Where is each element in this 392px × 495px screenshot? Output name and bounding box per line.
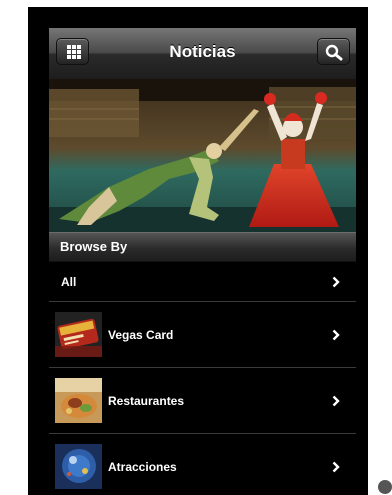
restaurant-food-thumbnail — [55, 378, 102, 423]
search-icon — [325, 44, 343, 61]
page-corner-dot — [378, 480, 392, 494]
chevron-right-icon — [332, 276, 340, 287]
phone-screen: Noticias Browse By All Vegas Card Restau… — [28, 7, 368, 495]
attraction-thumbnail — [55, 444, 102, 489]
vegas-card-thumbnail — [55, 312, 102, 357]
chevron-right-icon — [332, 461, 340, 472]
section-header-label: Browse By — [60, 239, 128, 254]
section-header-browse-by: Browse By — [49, 232, 356, 262]
list-item-label: Vegas Card — [108, 327, 174, 342]
list-item-vegas-card[interactable]: Vegas Card — [49, 302, 356, 368]
chevron-right-icon — [332, 329, 340, 340]
hero-banner-image[interactable] — [49, 79, 356, 232]
list-item-all[interactable]: All — [49, 262, 356, 302]
circus-performers-photo — [49, 79, 356, 232]
page-title: Noticias — [169, 42, 236, 61]
list-item-restaurantes[interactable]: Restaurantes — [49, 368, 356, 434]
list-item-label: All — [61, 274, 77, 289]
list-item-label: Atracciones — [108, 459, 177, 474]
chevron-right-icon — [332, 395, 340, 406]
list-item-atracciones[interactable]: Atracciones — [49, 434, 356, 495]
browse-list: All Vegas Card Restaurantes Atracciones — [49, 262, 356, 495]
list-item-label: Restaurantes — [108, 393, 185, 408]
navigation-bar: Noticias — [49, 28, 356, 80]
search-button[interactable] — [317, 38, 350, 65]
